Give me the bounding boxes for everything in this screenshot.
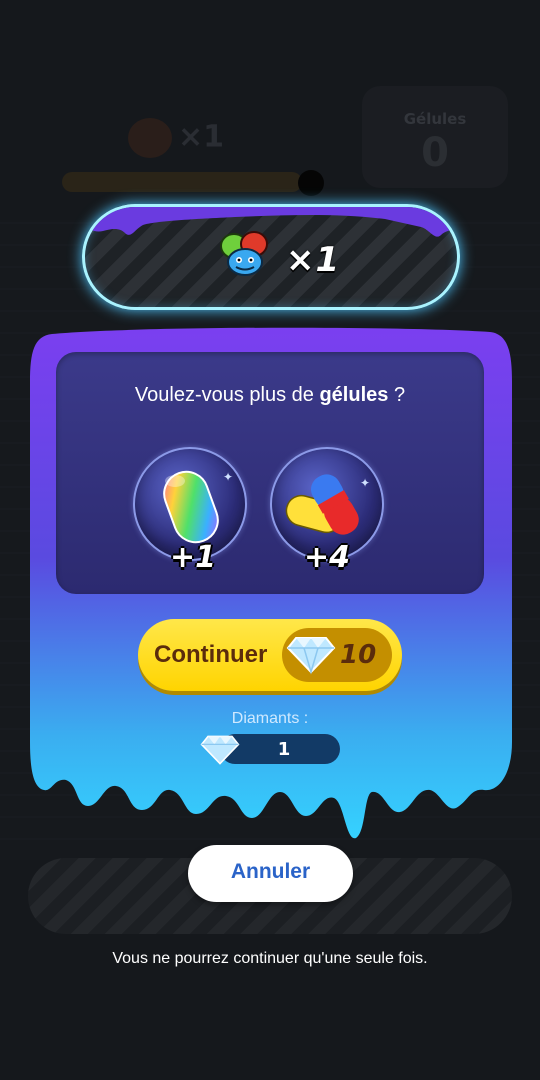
- virus-count: ×1: [286, 240, 341, 280]
- background-progress-end: [298, 170, 324, 196]
- continue-button[interactable]: Continuer 10: [138, 619, 402, 691]
- background-gelules-counter: Gélules 0: [362, 86, 508, 188]
- diamonds-count: 1: [277, 739, 291, 760]
- question-suffix: ?: [388, 384, 406, 406]
- svg-text:✦: ✦: [223, 470, 233, 484]
- cancel-button[interactable]: Annuler: [188, 845, 353, 902]
- footer-note: Vous ne pourrez continuer qu'une seule f…: [112, 950, 428, 967]
- background-virus-count: ×1: [178, 119, 225, 155]
- background-gelules-label: Gélules: [403, 110, 467, 128]
- background-virus-counter: ×1: [128, 118, 248, 162]
- svg-text:✦: ✦: [360, 476, 370, 490]
- background-virus-icon: [128, 118, 172, 158]
- diamonds-label: Diamants :: [231, 710, 309, 727]
- background-gelules-value: 0: [421, 130, 449, 176]
- continue-cost: 10: [340, 640, 377, 670]
- question-prefix: Voulez-vous plus de: [134, 384, 320, 406]
- continue-label: Continuer: [154, 641, 268, 668]
- offer-bonus-1: +1: [170, 540, 217, 575]
- background-progress-bar: [62, 172, 302, 192]
- diamond-icon: [286, 637, 336, 675]
- question-keyword: gélules: [319, 384, 389, 406]
- offer-question: Voulez-vous plus de gélules ?: [56, 384, 484, 407]
- virus-group-icon: [220, 231, 268, 276]
- offer-bonus-2: +4: [304, 540, 351, 575]
- continue-cost-pill: 10: [282, 628, 392, 682]
